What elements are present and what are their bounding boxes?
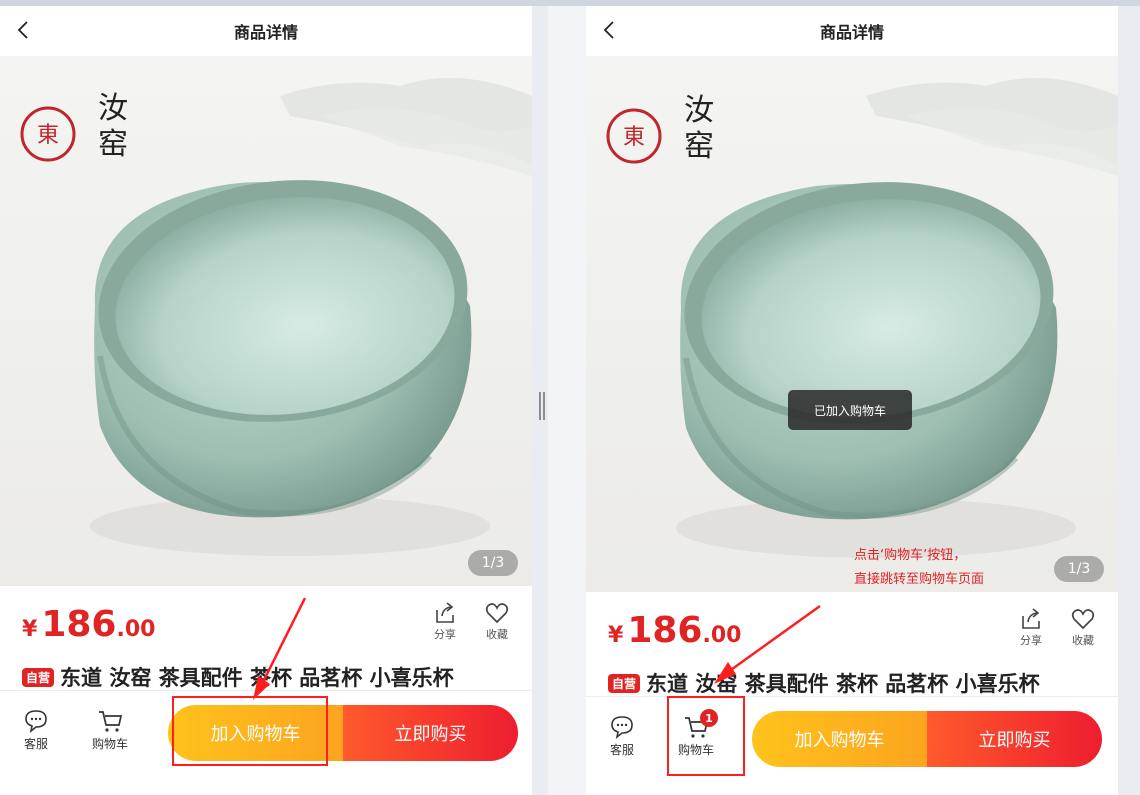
gallery-pager: 1/3 [468, 550, 518, 576]
navbar: 商品详情 [0, 6, 532, 56]
product-image: 東 汝 窑 [606, 78, 1118, 558]
product-title-line: 自营 东道 汝窑 茶具配件 茶杯 品茗杯 小喜乐杯 [608, 668, 1040, 698]
share-button[interactable]: 分享 [1018, 606, 1044, 648]
chevron-left-icon[interactable] [12, 18, 36, 42]
buy-now-button[interactable]: 立即购买 [343, 705, 518, 761]
svg-text:汝: 汝 [684, 93, 714, 128]
add-to-cart-highlight-box [172, 696, 328, 766]
annotation-line-1: 点击‘购物车’按钮， [854, 548, 967, 563]
price-currency: ¥ [22, 617, 38, 642]
chevron-left-icon[interactable] [598, 18, 622, 42]
product-title-line: 自营 东道 汝窑 茶具配件 茶杯 品茗杯 小喜乐杯 [22, 662, 454, 692]
product-info-card: ¥ 186 .00 分享 收藏 自营 东道 汝窑 茶具配件 茶杯 品茗杯 小喜乐… [586, 592, 1118, 696]
share-icon [1022, 608, 1040, 629]
page-title: 商品详情 [233, 23, 298, 42]
svg-text:窑: 窑 [684, 129, 714, 164]
page-title: 商品详情 [819, 23, 884, 42]
customer-service-label: 客服 [23, 737, 48, 751]
purchase-button-group: 加入购物车 立即购买 [752, 711, 1102, 767]
chat-bubble-icon [25, 710, 47, 733]
share-button[interactable]: 分享 [432, 600, 458, 642]
product-title: 东道 汝窑 茶具配件 茶杯 品茗杯 小喜乐杯 [60, 666, 454, 690]
favorite-label: 收藏 [1072, 634, 1094, 647]
share-label: 分享 [1020, 634, 1042, 647]
self-operated-badge: 自营 [22, 667, 55, 687]
product-image: 東 汝 窑 [20, 78, 532, 556]
chat-bubble-icon [611, 716, 633, 739]
navbar: 商品详情 [586, 6, 1118, 56]
brand-logo-seal: 東 [37, 123, 59, 148]
self-operated-badge: 自营 [608, 673, 641, 693]
favorite-button[interactable]: 收藏 [1070, 606, 1096, 648]
brand-logo-seal: 東 [623, 125, 645, 150]
price-integer: 186 [41, 604, 117, 645]
price-currency: ¥ [608, 623, 624, 648]
heart-icon [485, 603, 509, 624]
customer-service-label: 客服 [609, 743, 634, 757]
split-drag-handle[interactable] [539, 392, 545, 420]
toast-message: 已加入购物车 [788, 390, 912, 430]
product-title: 东道 汝窑 茶具配件 茶杯 品茗杯 小喜乐杯 [646, 672, 1040, 696]
panel-gap [548, 6, 586, 795]
bottom-action-bar: 客服 1 购物车 加入购物车 立即购买 [586, 696, 1118, 795]
svg-text:窑: 窑 [98, 127, 128, 162]
customer-service-button[interactable]: 客服 [22, 707, 50, 752]
share-label: 分享 [434, 628, 456, 641]
svg-text:汝: 汝 [98, 91, 128, 126]
heart-icon [1071, 609, 1095, 630]
share-icon [436, 602, 454, 623]
favorite-label: 收藏 [486, 628, 508, 641]
price-decimal: .00 [702, 623, 742, 648]
product-image-gallery[interactable]: 東 汝 窑 1/3 [0, 56, 532, 586]
left-screenshot-panel: 商品详情 東 汝 窑 1/3 ¥ 186 .00 分享 收藏 自营 东道 汝窑 … [0, 6, 532, 795]
right-screenshot-panel: 商品详情 東 汝 窑 1/3 点击‘购物车’按钮， 直接跳转至购物车页面 已加入… [586, 6, 1118, 795]
product-image-gallery[interactable]: 東 汝 窑 1/3 点击‘购物车’按钮， 直接跳转至购物车页面 [586, 56, 1118, 592]
cart-button[interactable]: 购物车 [92, 707, 128, 752]
add-to-cart-button[interactable]: 加入购物车 [752, 711, 927, 767]
cart-label: 购物车 [92, 737, 129, 751]
annotation-line-2: 直接跳转至购物车页面 [854, 572, 985, 587]
shopping-cart-icon [99, 711, 123, 732]
price: ¥ 186 .00 [22, 604, 155, 645]
cart-highlight-box [667, 696, 745, 776]
product-info-card: ¥ 186 .00 分享 收藏 自营 东道 汝窑 茶具配件 茶杯 品茗杯 小喜乐… [0, 586, 532, 690]
buy-now-button[interactable]: 立即购买 [927, 711, 1102, 767]
favorite-button[interactable]: 收藏 [484, 600, 510, 642]
customer-service-button[interactable]: 客服 [608, 713, 636, 758]
price-decimal: .00 [116, 617, 156, 642]
price: ¥ 186 .00 [608, 610, 741, 651]
gallery-pager: 1/3 [1054, 556, 1104, 582]
price-integer: 186 [627, 610, 703, 651]
